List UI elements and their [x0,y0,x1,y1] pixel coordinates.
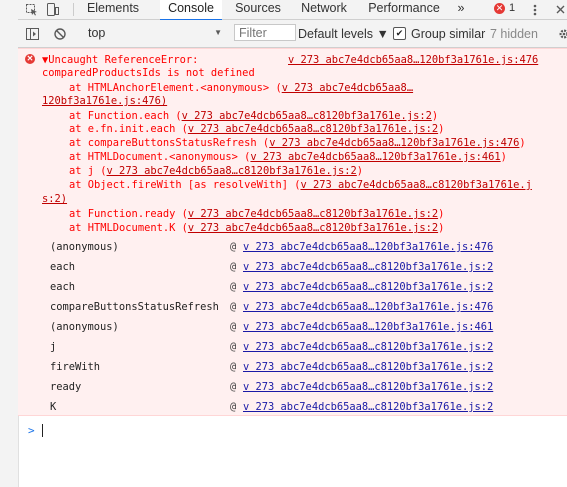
at-sign: @ [230,361,237,373]
error-header[interactable]: ▼Uncaught ReferenceError: [42,54,198,67]
stack-link[interactable]: v 273 abc7e4dcb65aa8…c8120bf3a1761e.js:2 [188,222,438,234]
stack-line: at Function.ready (v 273 abc7e4dcb65aa8…… [69,208,445,220]
devtools-tabbar: Elements Console Sources Network Perform… [18,0,567,21]
tab-performance[interactable]: Performance [366,0,442,19]
stack-link[interactable]: v 273 abc7e4dcb65aa8…c8120bf3a1761e.js:2 [182,110,432,122]
stack-source-link[interactable]: v 273 abc7e4dcb65aa8…c8120bf3a1761e.js:2 [243,357,493,377]
kebab-menu-icon[interactable] [530,0,540,19]
stack-row: compareButtonsStatusRefresh @ v 273 abc7… [18,297,567,317]
stack-line-wrap: s:2) [42,193,67,206]
at-sign: @ [230,341,237,353]
group-similar-label: Group similar [411,26,486,41]
stack-row: fireWith @ v 273 abc7e4dcb65aa8…c8120bf3… [18,357,567,377]
stack-function: K [50,401,57,413]
stack-function: ready [50,381,82,393]
stack-row: K @ v 273 abc7e4dcb65aa8…c8120bf3a1761e.… [18,397,567,417]
at-sign: @ [230,321,237,333]
hidden-messages-count: 7 hidden [490,26,538,41]
stack-row: j @ v 273 abc7e4dcb65aa8…c8120bf3a1761e.… [18,337,567,357]
stack-function: j [50,341,57,353]
stack-row: (anonymous) @ v 273 abc7e4dcb65aa8…120bf… [18,317,567,337]
at-sign: @ [230,381,237,393]
at-sign: @ [230,261,237,273]
tab-network[interactable]: Network [296,0,352,19]
stack-line: at compareButtonsStatusRefresh (v 273 ab… [69,137,526,149]
stack-link[interactable]: s:2) [42,193,67,205]
sidebar-toggle-icon[interactable] [26,20,39,47]
stack-source-link[interactable]: v 273 abc7e4dcb65aa8…120bf3a1761e.js:476 [243,297,493,317]
stack-function: compareButtonsStatusRefresh [50,301,219,313]
context-selector[interactable]: top ▼ [84,25,222,42]
stack-source-link[interactable]: v 273 abc7e4dcb65aa8…120bf3a1761e.js:461 [243,317,493,337]
stack-line: at HTMLAnchorElement.<anonymous> (v 273 … [69,82,414,94]
stack-function: (anonymous) [50,321,119,333]
settings-gear-icon[interactable] [558,20,567,47]
stack-link[interactable]: v 273 abc7e4dcb65aa8…c8120bf3a1761e.js:2 [188,123,438,135]
tab-sources[interactable]: Sources [230,0,286,19]
checkbox-checked-icon[interactable]: ✔ [393,27,406,40]
stack-function: each [50,281,76,293]
tab-divider [73,3,74,16]
filter-input[interactable] [234,24,296,41]
stack-line-wrap: 120bf3a1761e.js:476) [42,95,167,108]
chevron-down-icon: ▼ [214,28,222,37]
device-toolbar-icon[interactable] [45,0,61,19]
inspect-element-icon[interactable] [24,0,40,19]
stack-source-link[interactable]: v 273 abc7e4dcb65aa8…c8120bf3a1761e.js:2 [243,257,493,277]
stack-line: at j (v 273 abc7e4dcb65aa8…c8120bf3a1761… [69,165,364,177]
stack-line: at Object.fireWith [as resolveWith] (v 2… [69,179,532,191]
prompt-chevron-icon: > [28,424,35,437]
error-message-text: comparedProductsIds is not defined [42,67,255,79]
text-cursor [42,424,43,437]
tab-console[interactable]: Console [160,0,222,21]
stack-line: at Function.each (v 273 abc7e4dcb65aa8…c… [69,110,439,122]
at-sign: @ [230,401,237,413]
stack-link[interactable]: v 273 abc7e4dcb65aa8… [282,82,413,94]
stack-source-link[interactable]: v 273 abc7e4dcb65aa8…120bf3a1761e.js:476 [243,237,493,257]
more-tabs-icon[interactable]: » [454,0,468,19]
error-badge-icon[interactable]: ✕ [494,3,505,14]
stack-source-link[interactable]: v 273 abc7e4dcb65aa8…c8120bf3a1761e.js:2 [243,337,493,357]
console-messages: ✕ ▼Uncaught ReferenceError: v 273 abc7e4… [18,48,567,487]
stack-link[interactable]: v 273 abc7e4dcb65aa8…c8120bf3a1761e.j [300,179,531,191]
stack-function: each [50,261,76,273]
console-prompt[interactable]: > [18,420,567,440]
stack-line: at HTMLDocument.<anonymous> (v 273 abc7e… [69,151,507,163]
stack-link[interactable]: 120bf3a1761e.js:476) [42,95,167,107]
stack-line: at e.fn.init.each (v 273 abc7e4dcb65aa8…… [69,123,445,135]
stack-row: ready @ v 273 abc7e4dcb65aa8…c8120bf3a17… [18,377,567,397]
error-message: ✕ ▼Uncaught ReferenceError: v 273 abc7e4… [18,48,567,416]
stack-function: (anonymous) [50,241,119,253]
stack-line: at HTMLDocument.K (v 273 abc7e4dcb65aa8…… [69,222,445,234]
stack-link[interactable]: v 273 abc7e4dcb65aa8…c8120bf3a1761e.js:2 [107,165,357,177]
context-value: top [88,26,106,40]
stack-link[interactable]: v 273 abc7e4dcb65aa8…c8120bf3a1761e.js:2 [188,208,438,220]
clear-console-icon[interactable] [54,20,66,47]
error-source-link[interactable]: v 273 abc7e4dcb65aa8…120bf3a1761e.js:476 [288,54,538,67]
stack-row: (anonymous) @ v 273 abc7e4dcb65aa8…120bf… [18,237,567,257]
error-icon: ✕ [25,54,35,64]
left-gutter [0,0,19,487]
group-similar-toggle[interactable]: ✔ Group similar [393,20,485,47]
stack-function: fireWith [50,361,101,373]
at-sign: @ [230,281,237,293]
log-levels-dropdown[interactable]: Default levels ▼ [298,20,389,47]
tab-elements[interactable]: Elements [82,0,144,19]
stack-source-link[interactable]: v 273 abc7e4dcb65aa8…c8120bf3a1761e.js:2 [243,277,493,297]
stack-link[interactable]: v 273 abc7e4dcb65aa8…120bf3a1761e.js:476 [269,137,519,149]
at-sign: @ [230,301,237,313]
stack-source-link[interactable]: v 273 abc7e4dcb65aa8…c8120bf3a1761e.js:2 [243,377,493,397]
console-filterbar: top ▼ Default levels ▼ ✔ Group similar 7… [18,20,567,48]
stack-row: each @ v 273 abc7e4dcb65aa8…c8120bf3a176… [18,277,567,297]
error-count[interactable]: 1 [507,0,517,19]
stack-row: each @ v 273 abc7e4dcb65aa8…c8120bf3a176… [18,257,567,277]
close-devtools-icon[interactable] [554,0,566,19]
at-sign: @ [230,241,237,253]
stack-link[interactable]: v 273 abc7e4dcb65aa8…120bf3a1761e.js:461 [250,151,500,163]
stack-source-link[interactable]: v 273 abc7e4dcb65aa8…c8120bf3a1761e.js:2 [243,397,493,417]
